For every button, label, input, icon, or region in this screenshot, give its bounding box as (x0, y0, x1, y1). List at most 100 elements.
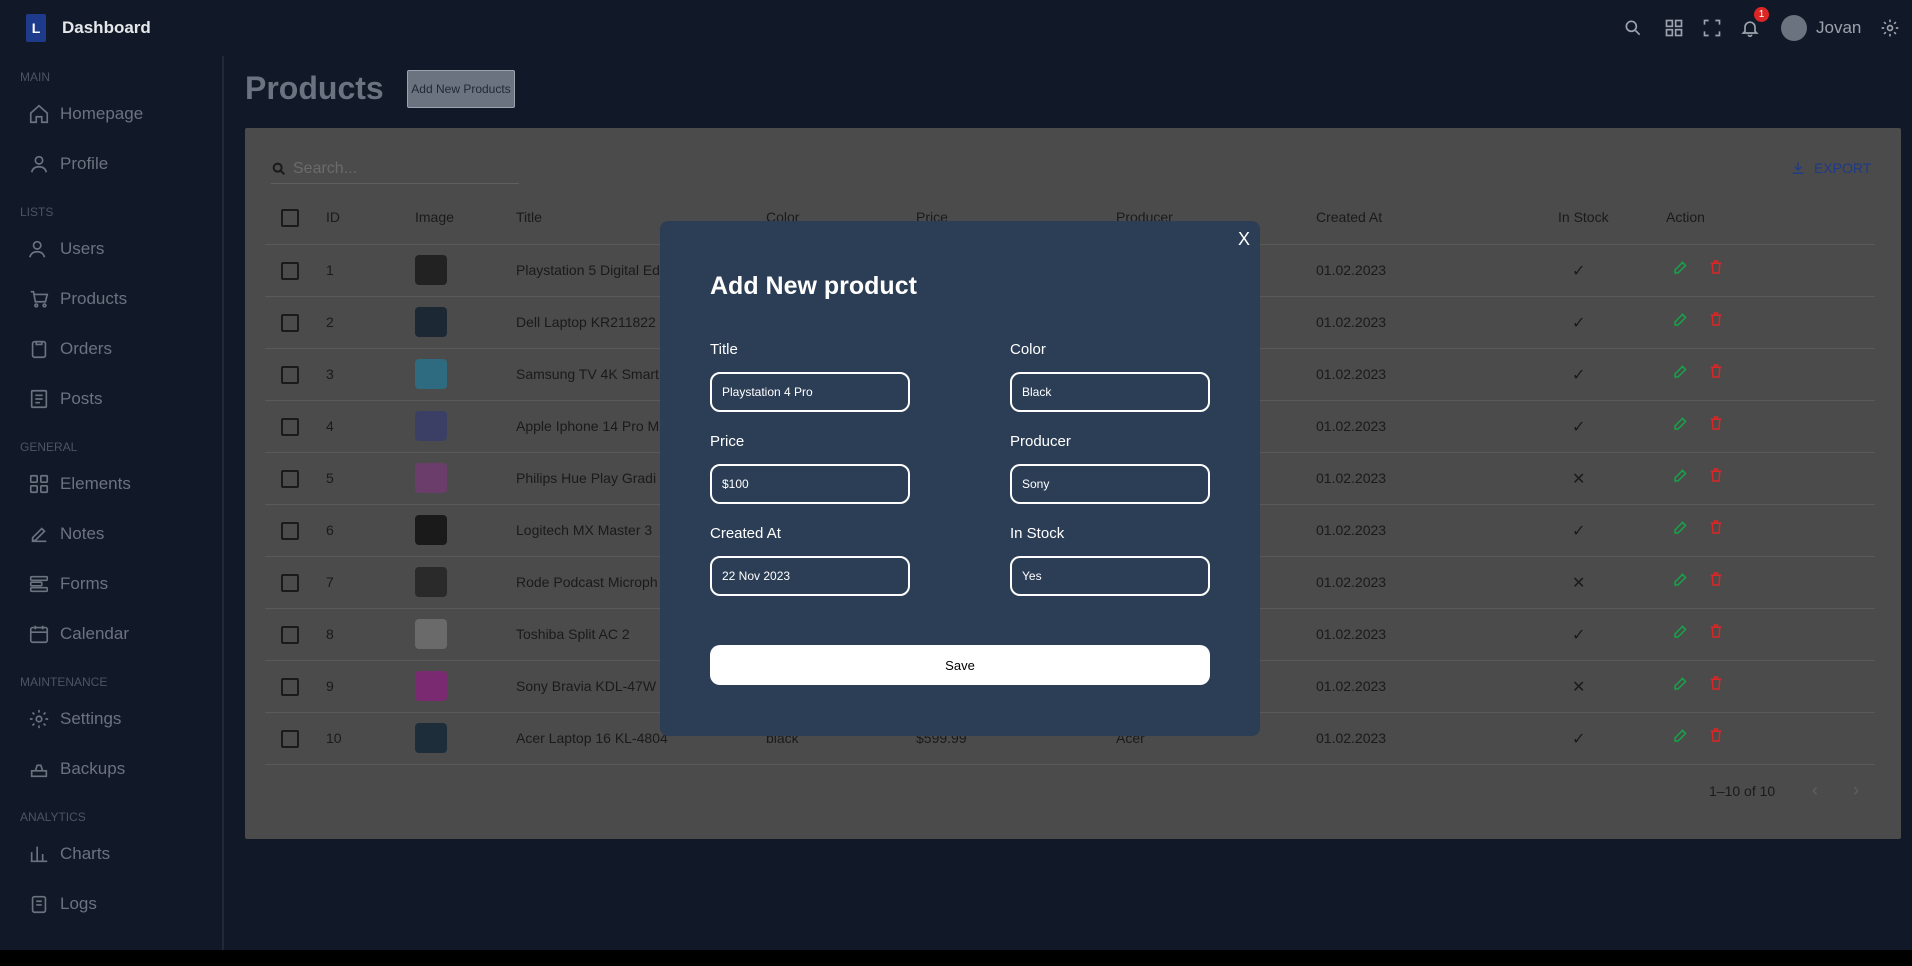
edit-icon[interactable] (1672, 258, 1690, 276)
pagination-info: 1–10 of 10 (1709, 783, 1776, 799)
cell-title: Playstation 5 Digital Ed (516, 262, 660, 278)
sidebar-item-settings[interactable]: Settings (28, 704, 121, 734)
close-modal-button[interactable]: X (1238, 229, 1250, 250)
edit-icon[interactable] (1672, 414, 1690, 432)
sidebar-item-logs[interactable]: Logs (28, 889, 97, 919)
sidebar-item-calendar[interactable]: Calendar (28, 619, 129, 649)
check-icon: ✓ (1572, 315, 1586, 332)
price-field[interactable] (710, 464, 910, 504)
trash-icon[interactable] (1707, 362, 1725, 380)
backup-icon (30, 764, 48, 778)
next-page-icon[interactable]: › (1853, 780, 1859, 801)
row-checkbox[interactable] (281, 470, 299, 488)
cell-created-at: 01.02.2023 (1316, 262, 1387, 278)
sidebar-item-notes[interactable]: Notes (28, 519, 104, 549)
color-field[interactable] (1010, 372, 1210, 412)
cell-created-at: 01.02.2023 (1316, 678, 1387, 694)
sidebar-item-label: Homepage (60, 104, 144, 123)
in-stock-label: In Stock (1010, 525, 1065, 542)
page-title: Products (245, 70, 384, 106)
edit-icon[interactable] (1672, 570, 1690, 588)
row-checkbox[interactable] (281, 522, 299, 540)
trash-icon[interactable] (1707, 674, 1725, 692)
check-icon: ✓ (1572, 419, 1586, 436)
cell-id: 9 (326, 678, 334, 694)
trash-icon[interactable] (1707, 726, 1725, 744)
download-icon (1792, 162, 1804, 174)
trash-icon[interactable] (1707, 466, 1725, 484)
sidebar-item-homepage[interactable]: Homepage (28, 99, 143, 129)
sidebar-item-label: Orders (60, 339, 112, 358)
cell-created-at: 01.02.2023 (1316, 574, 1387, 590)
product-thumbnail (415, 567, 447, 597)
row-checkbox[interactable] (281, 262, 299, 280)
search-input[interactable] (293, 159, 493, 178)
sidebar-item-backups[interactable]: Backups (28, 754, 125, 784)
cell-title: Samsung TV 4K Smart (516, 366, 659, 382)
save-button[interactable]: Save (710, 645, 1210, 685)
column-header-created-at[interactable]: Created At (1316, 209, 1382, 225)
row-checkbox[interactable] (281, 730, 299, 748)
edit-icon[interactable] (1672, 518, 1690, 536)
edit-icon[interactable] (1672, 310, 1690, 328)
row-checkbox[interactable] (281, 314, 299, 332)
row-checkbox[interactable] (281, 574, 299, 592)
sidebar-item-label: Elements (60, 474, 131, 493)
sidebar-item-elements[interactable]: Elements (28, 469, 131, 499)
edit-icon[interactable] (1672, 362, 1690, 380)
avatar[interactable] (1781, 15, 1807, 41)
sidebar-item-posts[interactable]: Posts (28, 384, 103, 414)
created-at-field[interactable] (710, 556, 910, 596)
trash-icon[interactable] (1707, 258, 1725, 276)
row-checkbox[interactable] (281, 678, 299, 696)
trash-icon[interactable] (1707, 414, 1725, 432)
add-new-products-button[interactable]: Add New Products (407, 70, 515, 108)
username[interactable]: Jovan (1816, 18, 1861, 38)
edit-icon[interactable] (1672, 726, 1690, 744)
sidebar-item-products[interactable]: Products (28, 284, 127, 314)
prev-page-icon[interactable]: ‹ (1812, 780, 1818, 801)
sidebar-item-label: Settings (60, 709, 122, 728)
trash-icon[interactable] (1707, 570, 1725, 588)
edit-icon[interactable] (1672, 466, 1690, 484)
apps-grid-icon[interactable] (1664, 18, 1684, 38)
edit-icon[interactable] (1672, 674, 1690, 692)
sidebar-item-forms[interactable]: Forms (28, 569, 108, 599)
export-button[interactable]: EXPORT (1790, 160, 1871, 176)
sidebar-item-label: Products (60, 289, 128, 308)
cell-created-at: 01.02.2023 (1316, 470, 1387, 486)
cell-id: 5 (326, 470, 334, 486)
cell-id: 6 (326, 522, 334, 538)
cell-created-at: 01.02.2023 (1316, 626, 1387, 642)
column-header-image[interactable]: Image (415, 209, 454, 225)
producer-field[interactable] (1010, 464, 1210, 504)
sidebar-item-profile[interactable]: Profile (28, 149, 108, 179)
export-label: EXPORT (1814, 160, 1872, 176)
cell-title: Acer Laptop 16 KL-4804 (516, 730, 668, 746)
row-checkbox[interactable] (281, 626, 299, 644)
row-checkbox[interactable] (281, 366, 299, 384)
column-header-in-stock[interactable]: In Stock (1558, 209, 1609, 225)
search-icon[interactable] (1623, 18, 1643, 38)
fullscreen-icon[interactable] (1702, 18, 1722, 38)
sidebar-item-charts[interactable]: Charts (28, 839, 110, 869)
cell-title: Philips Hue Play Gradi (516, 470, 657, 486)
trash-icon[interactable] (1707, 622, 1725, 640)
column-header-action[interactable]: Action (1666, 209, 1705, 225)
select-all-checkbox[interactable] (281, 209, 299, 227)
sidebar-item-users[interactable]: Users (28, 234, 104, 264)
gear-icon[interactable] (1880, 18, 1900, 38)
edit-icon[interactable] (1672, 622, 1690, 640)
sidebar-item-label: Users (60, 239, 105, 258)
column-header-title[interactable]: Title (516, 209, 542, 225)
sidebar-item-orders[interactable]: Orders (28, 334, 112, 364)
title-field[interactable] (710, 372, 910, 412)
brand-title[interactable]: Dashboard (62, 18, 151, 38)
trash-icon[interactable] (1707, 518, 1725, 536)
home-icon (29, 104, 49, 124)
row-checkbox[interactable] (281, 418, 299, 436)
in-stock-field[interactable] (1010, 556, 1210, 596)
logo-icon[interactable]: L (26, 14, 46, 42)
column-header-id[interactable]: ID (326, 209, 340, 225)
trash-icon[interactable] (1707, 310, 1725, 328)
